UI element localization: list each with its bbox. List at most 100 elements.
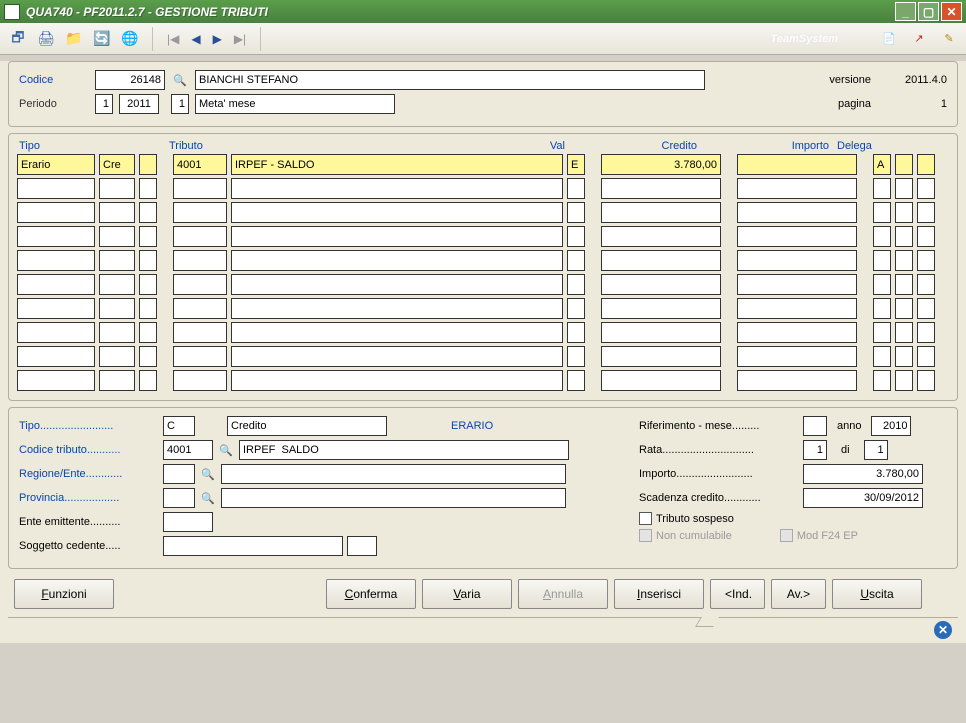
cell-del3[interactable] bbox=[917, 346, 935, 367]
pdf-icon[interactable]: 📄 bbox=[880, 30, 898, 48]
rif-anno-input[interactable] bbox=[871, 416, 911, 436]
nome-input[interactable] bbox=[195, 70, 705, 90]
cell-val[interactable]: E bbox=[567, 154, 585, 175]
cell-del2[interactable] bbox=[895, 370, 913, 391]
cell-tipo3[interactable] bbox=[139, 346, 157, 367]
cell-trib-desc[interactable] bbox=[231, 322, 563, 343]
cell-tipo3[interactable] bbox=[139, 178, 157, 199]
regione-lookup-icon[interactable]: 🔍 bbox=[199, 465, 217, 483]
cell-val[interactable] bbox=[567, 346, 585, 367]
periodo-anno-input[interactable] bbox=[119, 94, 159, 114]
refresh-icon[interactable]: 🔄 bbox=[92, 29, 112, 49]
maximize-button[interactable]: ▢ bbox=[918, 2, 939, 21]
cell-trib-desc[interactable] bbox=[231, 250, 563, 271]
codice-label[interactable]: Codice bbox=[19, 74, 89, 86]
provincia-lookup-icon[interactable]: 🔍 bbox=[199, 489, 217, 507]
cell-del2[interactable] bbox=[895, 346, 913, 367]
cell-trib-desc[interactable] bbox=[231, 346, 563, 367]
cell-tipo2[interactable] bbox=[99, 370, 135, 391]
table-row[interactable] bbox=[15, 274, 951, 295]
table-row[interactable] bbox=[15, 202, 951, 223]
tipo-label[interactable]: Tipo........................ bbox=[19, 420, 159, 432]
cell-tipo1[interactable] bbox=[17, 322, 95, 343]
codice-tributo-lookup-icon[interactable]: 🔍 bbox=[217, 441, 235, 459]
cell-credito[interactable] bbox=[601, 370, 721, 391]
cell-trib-code[interactable] bbox=[173, 274, 227, 295]
cell-credito[interactable] bbox=[601, 226, 721, 247]
cell-tipo3[interactable] bbox=[139, 298, 157, 319]
cell-del1[interactable] bbox=[873, 298, 891, 319]
cell-importo[interactable] bbox=[737, 250, 857, 271]
cell-tipo1[interactable] bbox=[17, 370, 95, 391]
cell-del3[interactable] bbox=[917, 298, 935, 319]
periodo-num-input[interactable] bbox=[95, 94, 113, 114]
varia-button[interactable]: Varia bbox=[422, 579, 512, 609]
ente-input[interactable] bbox=[163, 512, 213, 532]
minimize-button[interactable]: _ bbox=[895, 2, 916, 21]
conferma-button[interactable]: Conferma bbox=[326, 579, 416, 609]
table-row[interactable] bbox=[15, 178, 951, 199]
rata-tot-input[interactable] bbox=[864, 440, 888, 460]
cell-importo[interactable] bbox=[737, 298, 857, 319]
codice-tributo-input[interactable] bbox=[163, 440, 213, 460]
cell-tipo3[interactable] bbox=[139, 226, 157, 247]
nav-next-button[interactable]: ▶ bbox=[211, 32, 224, 46]
cell-trib-desc[interactable] bbox=[231, 226, 563, 247]
cell-credito[interactable]: 3.780,00 bbox=[601, 154, 721, 175]
cell-trib-desc[interactable] bbox=[231, 298, 563, 319]
cell-val[interactable] bbox=[567, 202, 585, 223]
codice-input[interactable] bbox=[95, 70, 165, 90]
cell-tipo3[interactable] bbox=[139, 322, 157, 343]
cell-trib-code[interactable] bbox=[173, 178, 227, 199]
status-close-icon[interactable]: ✕ bbox=[934, 621, 952, 639]
cell-credito[interactable] bbox=[601, 250, 721, 271]
cell-importo[interactable] bbox=[737, 226, 857, 247]
provincia-input[interactable] bbox=[163, 488, 195, 508]
cell-tipo1[interactable] bbox=[17, 178, 95, 199]
cell-tipo3[interactable] bbox=[139, 154, 157, 175]
table-row[interactable] bbox=[15, 250, 951, 271]
folder-icon[interactable]: 📁 bbox=[64, 29, 84, 49]
cell-val[interactable] bbox=[567, 274, 585, 295]
export-icon[interactable]: ↗ bbox=[910, 30, 928, 48]
cell-del3[interactable] bbox=[917, 370, 935, 391]
cell-del3[interactable] bbox=[917, 274, 935, 295]
cell-trib-code[interactable] bbox=[173, 250, 227, 271]
cell-importo[interactable] bbox=[737, 274, 857, 295]
cell-credito[interactable] bbox=[601, 298, 721, 319]
ind-button[interactable]: <Ind. bbox=[710, 579, 765, 609]
cell-del1[interactable] bbox=[873, 178, 891, 199]
print-icon[interactable]: 🖨 bbox=[36, 29, 56, 49]
cell-tipo1[interactable]: Erario bbox=[17, 154, 95, 175]
cell-importo[interactable] bbox=[737, 202, 857, 223]
cell-importo[interactable] bbox=[737, 346, 857, 367]
cell-del2[interactable] bbox=[895, 274, 913, 295]
cell-del1[interactable] bbox=[873, 202, 891, 223]
periodo-sub-input[interactable] bbox=[171, 94, 189, 114]
cell-del1[interactable] bbox=[873, 226, 891, 247]
rif-mese-input[interactable] bbox=[803, 416, 827, 436]
cell-tipo2[interactable] bbox=[99, 322, 135, 343]
funzioni-button[interactable]: FFunzioniunzioni bbox=[14, 579, 114, 609]
cell-del3[interactable] bbox=[917, 154, 935, 175]
regione-label[interactable]: Regione/Ente............ bbox=[19, 468, 159, 480]
globe-icon[interactable]: 🌐 bbox=[120, 29, 140, 49]
cell-trib-code[interactable] bbox=[173, 202, 227, 223]
cell-tipo3[interactable] bbox=[139, 370, 157, 391]
tributo-sospeso-checkbox[interactable]: Tributo sospeso bbox=[639, 512, 734, 525]
cell-tipo2[interactable] bbox=[99, 274, 135, 295]
cell-trib-code[interactable]: 4001 bbox=[173, 154, 227, 175]
codice-tributo-label[interactable]: Codice tributo........... bbox=[19, 444, 159, 456]
importo-input[interactable] bbox=[803, 464, 923, 484]
inserisci-button[interactable]: Inserisci bbox=[614, 579, 704, 609]
cell-credito[interactable] bbox=[601, 322, 721, 343]
cell-credito[interactable] bbox=[601, 346, 721, 367]
cell-importo[interactable] bbox=[737, 154, 857, 175]
table-row[interactable] bbox=[15, 226, 951, 247]
cell-val[interactable] bbox=[567, 226, 585, 247]
cell-importo[interactable] bbox=[737, 178, 857, 199]
soggetto-extra-input[interactable] bbox=[347, 536, 377, 556]
table-row[interactable] bbox=[15, 346, 951, 367]
cell-trib-desc[interactable]: IRPEF - SALDO bbox=[231, 154, 563, 175]
cell-del2[interactable] bbox=[895, 250, 913, 271]
